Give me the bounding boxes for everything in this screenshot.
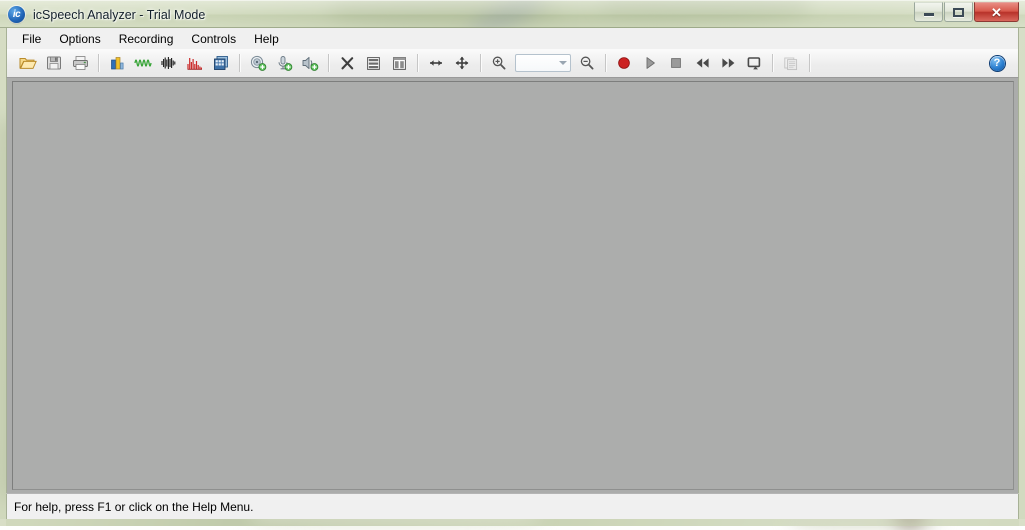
disc-add-icon bbox=[250, 55, 267, 71]
menu-bar: File Options Recording Controls Help bbox=[6, 28, 1019, 49]
floppy-save-icon bbox=[47, 56, 61, 70]
window-frame-bottom bbox=[0, 519, 1025, 526]
stop-button[interactable] bbox=[663, 50, 689, 76]
toolbar-separator bbox=[772, 54, 773, 72]
fit-width-button[interactable] bbox=[423, 50, 449, 76]
menu-options[interactable]: Options bbox=[51, 30, 108, 48]
maximize-icon bbox=[953, 7, 964, 17]
toolbar-separator bbox=[98, 54, 99, 72]
application-window: ic icSpeech Analyzer - Trial Mode ✕ File… bbox=[0, 0, 1025, 526]
toolbar-separator bbox=[328, 54, 329, 72]
add-speaker-button[interactable] bbox=[297, 50, 323, 76]
spectrum-view-button[interactable] bbox=[182, 50, 208, 76]
copy-page-icon bbox=[784, 57, 798, 70]
loop-button[interactable] bbox=[741, 50, 767, 76]
toolbar: ? bbox=[6, 49, 1019, 78]
title-bar[interactable]: ic icSpeech Analyzer - Trial Mode ✕ bbox=[0, 0, 1025, 28]
window-title: icSpeech Analyzer - Trial Mode bbox=[33, 7, 206, 22]
close-button[interactable]: ✕ bbox=[974, 2, 1019, 22]
menu-controls[interactable]: Controls bbox=[183, 30, 244, 48]
toolbar-separator bbox=[809, 54, 810, 72]
window-controls: ✕ bbox=[913, 2, 1019, 25]
play-button[interactable] bbox=[637, 50, 663, 76]
spectrogram-view-button[interactable] bbox=[156, 50, 182, 76]
document-client-area[interactable] bbox=[6, 78, 1019, 493]
fast-forward-icon bbox=[721, 58, 734, 68]
play-triangle-icon bbox=[646, 57, 655, 69]
toolbar-separator bbox=[605, 54, 606, 72]
waveform-view-button[interactable] bbox=[130, 50, 156, 76]
plus-badge bbox=[284, 63, 293, 71]
toolbar-separator bbox=[239, 54, 240, 72]
rewind-button[interactable] bbox=[689, 50, 715, 76]
plus-badge bbox=[310, 63, 319, 71]
copy-page-button[interactable] bbox=[778, 50, 804, 76]
zoom-out-button[interactable] bbox=[574, 50, 600, 76]
speaker-add-icon bbox=[302, 56, 319, 71]
magnifier-plus-icon bbox=[492, 56, 506, 70]
x-delete-icon bbox=[340, 56, 353, 69]
status-message: For help, press F1 or click on the Help … bbox=[14, 499, 254, 514]
delete-button[interactable] bbox=[334, 50, 360, 76]
window-frame-right bbox=[1019, 28, 1025, 526]
record-button[interactable] bbox=[611, 50, 637, 76]
zoom-level-combo[interactable] bbox=[515, 54, 571, 72]
rewind-icon bbox=[696, 58, 709, 68]
tile-vertical-icon bbox=[392, 56, 406, 70]
chevron-down-icon bbox=[559, 61, 567, 65]
folder-open-icon bbox=[19, 58, 37, 69]
film-strip-icon bbox=[214, 56, 228, 70]
record-circle-icon bbox=[618, 57, 630, 69]
spectrogram-icon bbox=[161, 57, 176, 69]
green-waveform-icon bbox=[134, 59, 152, 67]
menu-help[interactable]: Help bbox=[246, 30, 287, 48]
help-question-icon: ? bbox=[989, 55, 1005, 71]
horizontal-arrows-icon bbox=[430, 60, 442, 66]
minimize-button[interactable] bbox=[914, 2, 943, 22]
printer-icon bbox=[72, 56, 88, 70]
ic-logo-icon[interactable]: ic bbox=[8, 6, 25, 23]
print-button[interactable] bbox=[67, 50, 93, 76]
toolbar-separator bbox=[417, 54, 418, 72]
bar-chart-view-button[interactable] bbox=[104, 50, 130, 76]
bar-chart-icon bbox=[111, 57, 124, 70]
pan-button[interactable] bbox=[449, 50, 475, 76]
tile-vertical-button[interactable] bbox=[386, 50, 412, 76]
tile-horizontal-icon bbox=[366, 56, 380, 70]
multi-view-button[interactable] bbox=[208, 50, 234, 76]
menu-file[interactable]: File bbox=[14, 30, 49, 48]
red-spectrum-icon bbox=[187, 58, 202, 70]
loop-repeat-icon bbox=[747, 57, 761, 70]
toolbar-separator bbox=[480, 54, 481, 72]
menu-recording[interactable]: Recording bbox=[111, 30, 182, 48]
mdi-workspace[interactable] bbox=[12, 81, 1014, 490]
status-bar: For help, press F1 or click on the Help … bbox=[6, 493, 1019, 519]
plus-badge bbox=[258, 63, 267, 71]
help-button[interactable]: ? bbox=[986, 52, 1008, 74]
add-recording-button[interactable] bbox=[245, 50, 271, 76]
minimize-icon bbox=[923, 13, 934, 16]
open-file-button[interactable] bbox=[15, 50, 41, 76]
zoom-in-button[interactable] bbox=[486, 50, 512, 76]
microphone-add-icon bbox=[278, 56, 293, 71]
save-file-button[interactable] bbox=[41, 50, 67, 76]
tile-horizontal-button[interactable] bbox=[360, 50, 386, 76]
forward-button[interactable] bbox=[715, 50, 741, 76]
magnifier-minus-icon bbox=[580, 56, 594, 70]
maximize-button[interactable] bbox=[944, 2, 973, 22]
add-microphone-button[interactable] bbox=[271, 50, 297, 76]
move-four-arrows-icon bbox=[455, 56, 469, 70]
stop-square-icon bbox=[671, 58, 681, 68]
close-icon: ✕ bbox=[991, 4, 1002, 20]
